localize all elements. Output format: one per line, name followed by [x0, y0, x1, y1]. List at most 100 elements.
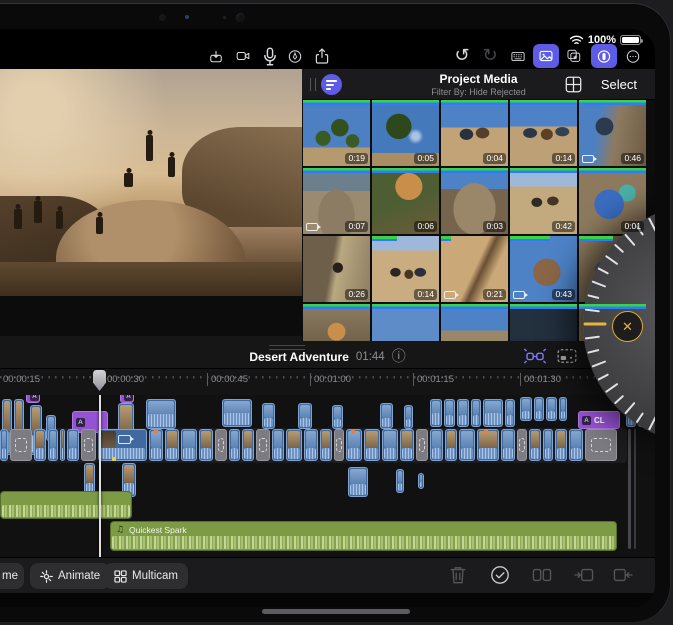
video-clip[interactable]: [149, 429, 163, 461]
media-thumbnail[interactable]: 0:19: [303, 100, 370, 166]
enable-clip-button[interactable]: [489, 565, 511, 587]
video-clip[interactable]: [332, 405, 343, 429]
video-clip[interactable]: [346, 429, 362, 461]
video-clip[interactable]: [569, 429, 583, 461]
video-clip[interactable]: [445, 429, 457, 461]
media-thumbnail[interactable]: 0:05: [372, 100, 439, 166]
audio-clip[interactable]: ♫Quickest Spark: [110, 521, 617, 551]
timeline-overview-button[interactable]: [524, 348, 546, 364]
video-clip[interactable]: [471, 399, 481, 427]
redo-button[interactable]: ↻: [477, 44, 503, 68]
media-thumbnail[interactable]: 0:03: [441, 168, 508, 234]
placeholder-clip[interactable]: [10, 429, 32, 461]
video-clip[interactable]: [242, 429, 254, 461]
playhead-handle[interactable]: [93, 370, 106, 391]
media-thumbnail[interactable]: [303, 304, 370, 341]
media-thumbnail[interactable]: 0:14: [372, 236, 439, 302]
video-clip[interactable]: [457, 399, 469, 427]
video-clip[interactable]: [529, 429, 541, 461]
more-button[interactable]: [620, 44, 646, 68]
placeholder-clip[interactable]: [256, 429, 270, 461]
keyboard-button[interactable]: [505, 44, 531, 68]
video-clip[interactable]: [396, 469, 404, 493]
split-clip-button[interactable]: [531, 565, 553, 587]
video-clip[interactable]: [505, 399, 515, 427]
video-clip[interactable]: [272, 429, 284, 461]
video-clip[interactable]: [400, 429, 414, 461]
undo-button[interactable]: ↺: [449, 44, 475, 68]
info-icon[interactable]: ⓘ: [392, 350, 406, 364]
jog-wheel-button[interactable]: [591, 44, 617, 68]
video-clip[interactable]: [67, 429, 79, 461]
import-button[interactable]: [203, 44, 229, 68]
media-thumbnail[interactable]: 0:04: [441, 100, 508, 166]
media-thumbnail[interactable]: [372, 304, 439, 341]
video-clip[interactable]: [229, 429, 240, 461]
timeline-scrollbar[interactable]: [628, 429, 631, 549]
video-clip[interactable]: [60, 429, 65, 461]
video-clip[interactable]: [34, 429, 46, 461]
title-clip[interactable]: A: [26, 395, 40, 403]
video-clip[interactable]: [430, 429, 443, 461]
media-thumbnail[interactable]: 0:26: [303, 236, 370, 302]
viewer-preview[interactable]: [0, 69, 302, 296]
frame-button[interactable]: me: [0, 563, 24, 589]
video-clip[interactable]: [364, 429, 380, 461]
insert-clip-button[interactable]: [573, 565, 595, 587]
video-clip[interactable]: [320, 429, 332, 461]
video-clip[interactable]: [298, 403, 312, 429]
video-clip[interactable]: [477, 429, 499, 461]
video-clip[interactable]: [380, 403, 393, 429]
video-clip[interactable]: [382, 429, 398, 461]
placeholder-clip[interactable]: [215, 429, 227, 461]
delete-clip-button[interactable]: [447, 565, 469, 587]
video-clip[interactable]: [534, 397, 544, 421]
video-clip[interactable]: [222, 399, 252, 427]
media-browser-button[interactable]: [533, 44, 559, 68]
video-clip[interactable]: [555, 429, 567, 461]
grid-view-button[interactable]: [564, 76, 582, 94]
multicam-button[interactable]: Multicam: [104, 563, 188, 589]
video-clip[interactable]: [199, 429, 213, 461]
video-clip[interactable]: [146, 399, 176, 429]
record-video-button[interactable]: [230, 44, 256, 68]
video-clip[interactable]: [48, 429, 58, 461]
home-indicator[interactable]: [262, 609, 410, 614]
media-thumbnail[interactable]: 0:46: [579, 100, 646, 166]
video-clip[interactable]: [546, 397, 557, 421]
share-button[interactable]: [309, 44, 335, 68]
video-clip[interactable]: [262, 403, 275, 429]
video-clip[interactable]: [459, 429, 475, 461]
multicam-clip[interactable]: [98, 429, 147, 461]
video-clip[interactable]: [165, 429, 179, 461]
video-clip[interactable]: [348, 467, 368, 497]
effects-button[interactable]: [561, 44, 587, 68]
video-clip[interactable]: [543, 429, 553, 461]
clip-view-button[interactable]: [556, 348, 578, 364]
media-thumbnail[interactable]: 0:07: [303, 168, 370, 234]
video-clip[interactable]: [430, 399, 442, 427]
video-clip[interactable]: [181, 429, 197, 461]
video-clip[interactable]: [404, 405, 413, 429]
media-thumbnail[interactable]: 0:21: [441, 236, 508, 302]
video-clip[interactable]: [0, 429, 8, 461]
playhead-line[interactable]: [99, 395, 101, 557]
video-clip[interactable]: [559, 397, 567, 421]
placeholder-clip[interactable]: [81, 429, 96, 461]
video-clip[interactable]: [520, 397, 532, 421]
audio-clip[interactable]: [0, 491, 132, 519]
append-clip-button[interactable]: [612, 565, 634, 587]
media-thumbnail[interactable]: 0:42: [510, 168, 577, 234]
media-thumbnail[interactable]: PLAYHEAD: [510, 304, 577, 341]
media-thumbnail[interactable]: [441, 304, 508, 341]
video-clip[interactable]: [483, 399, 503, 427]
video-clip[interactable]: [418, 473, 424, 489]
placeholder-clip[interactable]: [416, 429, 428, 461]
video-clip[interactable]: [304, 429, 318, 461]
record-audio-button[interactable]: [257, 44, 283, 68]
media-thumbnail[interactable]: 0:14: [510, 100, 577, 166]
title-clip[interactable]: A: [120, 395, 134, 403]
media-thumbnail[interactable]: 0:43: [510, 236, 577, 302]
pencil-tool-button[interactable]: [282, 44, 308, 68]
timeline-ruler[interactable]: 00:00:1500:00:3000:00:4500:01:0000:01:15…: [0, 369, 655, 395]
